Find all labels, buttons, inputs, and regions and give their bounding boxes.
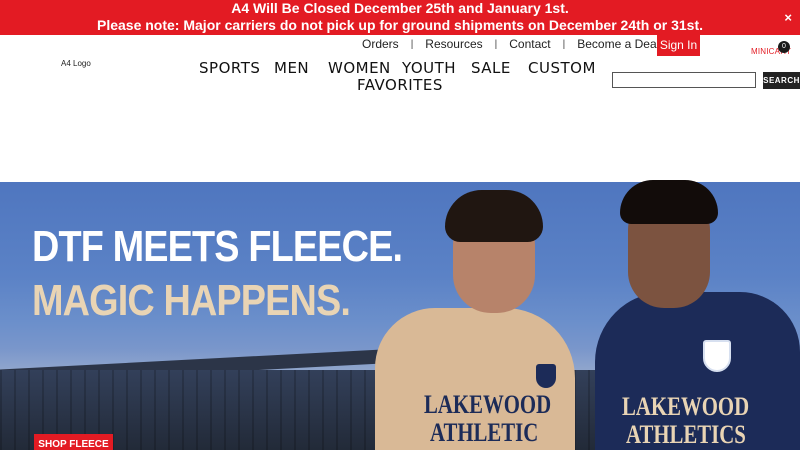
hero-headline-1: DTF MEETS FLEECE. — [32, 222, 403, 271]
announcement-bar: A4 Will Be Closed December 25th and Janu… — [0, 0, 800, 35]
crest-icon — [703, 340, 731, 372]
model-1-hair — [445, 190, 543, 242]
announcement-line-1: A4 Will Be Closed December 25th and Janu… — [231, 0, 569, 16]
crest-icon — [536, 364, 556, 388]
nav-item-youth[interactable]: YOUTH — [402, 59, 456, 77]
hoodie-print-top: LAKEWOOD — [424, 390, 552, 419]
hoodie-print-bottom: ATHLETIC — [430, 418, 539, 447]
nav-item-men[interactable]: MEN — [274, 59, 309, 77]
jacket-print-top: LAKEWOOD — [622, 392, 750, 421]
utility-link-orders[interactable]: Orders — [362, 37, 399, 51]
nav-item-sports[interactable]: SPORTS — [199, 59, 260, 77]
utility-link-contact[interactable]: Contact — [509, 37, 550, 51]
model-2-hair — [620, 180, 718, 224]
hero-headline-2: MAGIC HAPPENS. — [32, 276, 351, 325]
nav-item-sale[interactable]: SALE — [471, 59, 511, 77]
utility-separator: | — [410, 38, 414, 50]
nav-item-custom[interactable]: CUSTOM — [528, 59, 596, 77]
search-button[interactable]: SEARCH — [763, 72, 800, 89]
utility-link-resources[interactable]: Resources — [425, 37, 482, 51]
close-icon[interactable]: × — [784, 9, 792, 26]
minicart-button[interactable]: MINICART 0 — [749, 41, 791, 59]
nav-item-favorites[interactable]: FAVORITES — [357, 76, 443, 94]
utility-separator: | — [562, 38, 566, 50]
sign-in-button[interactable]: Sign In — [657, 34, 700, 56]
jacket-print-bottom: ATHLETICS — [626, 420, 746, 449]
search-input[interactable] — [612, 72, 756, 88]
site-logo[interactable]: A4 Logo — [61, 59, 91, 68]
announcement-line-2: Please note: Major carriers do not pick … — [96, 17, 704, 33]
shop-fleece-button[interactable]: SHOP FLEECE — [34, 434, 113, 450]
utility-nav: Orders | Resources | Contact | Become a … — [362, 36, 670, 52]
utility-separator: | — [494, 38, 498, 50]
nav-item-women[interactable]: WOMEN — [328, 59, 391, 77]
cart-count-badge: 0 — [778, 41, 790, 53]
